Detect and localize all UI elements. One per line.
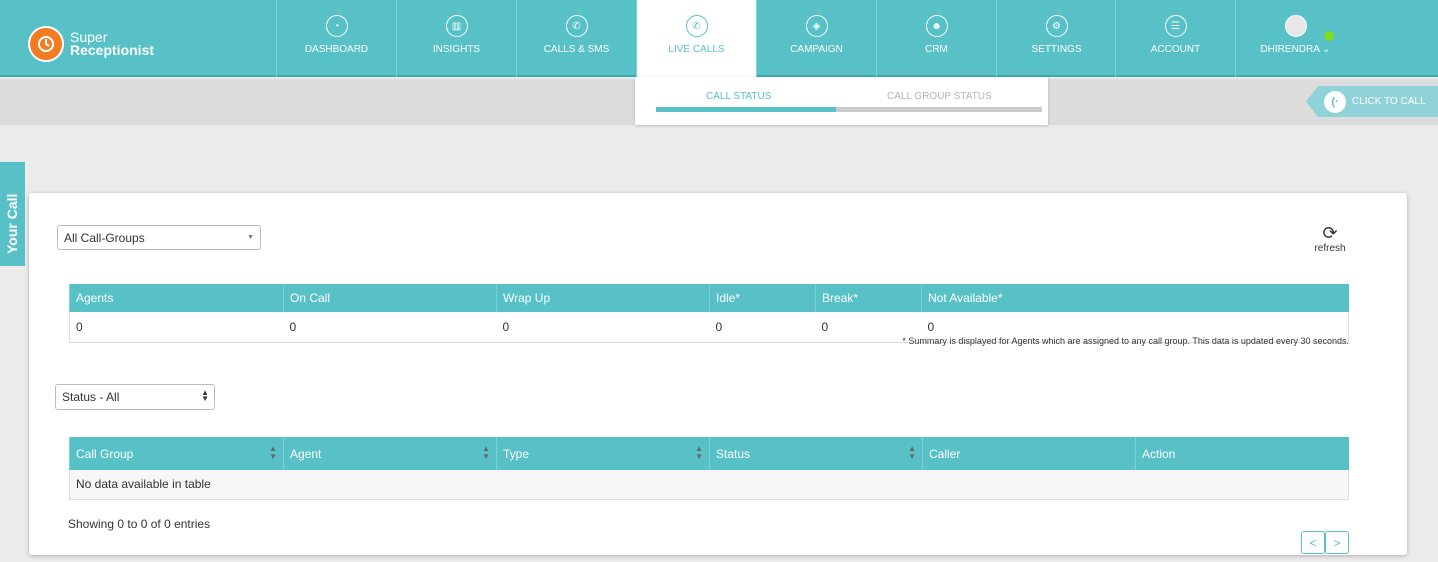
user-name: DHIRENDRA [1260, 44, 1320, 55]
previous-page-button[interactable]: < [1301, 531, 1325, 554]
next-page-button[interactable]: > [1325, 531, 1349, 554]
nav-insights[interactable]: ▥ INSIGHTS [396, 0, 516, 77]
logo-icon [28, 26, 64, 62]
column-header-status[interactable]: Status ▲ ▼ [709, 437, 923, 470]
phone-icon: (· [1324, 90, 1346, 113]
sort-icon: ▲ ▼ [695, 444, 703, 461]
campaign-icon: ◈ [805, 15, 828, 37]
summary-cell: 0 [69, 312, 284, 343]
nav-crm[interactable]: ☻ CRM [876, 0, 996, 77]
agent-summary-table: Agents On Call Wrap Up Idle* Break* Not … [69, 284, 1349, 343]
nav-label: CAMPAIGN [790, 44, 843, 55]
crm-icon: ☻ [925, 15, 948, 37]
nav-label: DASHBOARD [304, 44, 369, 55]
nav-label: CALLS & SMS [543, 44, 610, 55]
insights-icon: ▥ [445, 15, 468, 37]
status-select-value: Status - All [62, 390, 120, 404]
chevron-down-icon: ⌄ [1322, 44, 1331, 55]
nav-label: INSIGHTS [432, 44, 481, 55]
column-header-type[interactable]: Type ▲ ▼ [496, 437, 710, 470]
call-group-select-value: All Call-Groups [64, 230, 145, 245]
sort-icon: ▲ ▼ [269, 444, 277, 461]
your-call-side-tab[interactable]: Your Call [0, 162, 25, 266]
brand-logo[interactable]: Super Receptionist [28, 26, 154, 62]
status-select[interactable]: Status - All ▲ ▼ [55, 384, 215, 410]
summary-header: Idle* [709, 284, 816, 312]
tab-call-group-status[interactable]: CALL GROUP STATUS [887, 91, 992, 102]
click-to-call-button[interactable]: (· CLICK TO CALL [1306, 86, 1438, 117]
summary-note: * Summary is displayed for Agents which … [902, 336, 1349, 346]
nav-dashboard[interactable]: ◔ DASHBOARD [276, 0, 396, 77]
online-status-dot [1324, 31, 1334, 41]
summary-header: On Call [283, 284, 497, 312]
account-icon: ☰ [1164, 15, 1187, 37]
brand-line2: Receptionist [70, 42, 155, 58]
summary-cell: 0 [496, 312, 710, 343]
summary-header: Not Available* [921, 284, 1349, 312]
live-calls-card: All Call-Groups ▼ ⟳ refresh Agents On Ca… [29, 193, 1407, 555]
side-tab-label: Your Call [4, 193, 20, 254]
top-navbar: Super Receptionist ◔ DASHBOARD ▥ INSIGHT… [0, 0, 1438, 78]
user-menu[interactable]: DHIRENDRA ⌄ [1235, 0, 1355, 77]
refresh-icon: ⟳ [1322, 223, 1338, 243]
summary-cell: 0 [709, 312, 816, 343]
nav-campaign[interactable]: ◈ CAMPAIGN [756, 0, 876, 77]
column-header-caller: Caller [922, 437, 1136, 470]
nav-settings[interactable]: ⚙ SETTINGS [996, 0, 1116, 77]
summary-cell: 0 [283, 312, 497, 343]
nav-label: LIVE CALLS [668, 44, 725, 55]
sort-icon: ▲ ▼ [482, 444, 490, 461]
calls-icon: ✆ [565, 15, 588, 37]
live-calls-subtabs: CALL STATUS CALL GROUP STATUS [635, 77, 1048, 125]
nav-label: CRM [925, 44, 948, 55]
caret-down-icon: ▼ [247, 234, 254, 241]
summary-header: Agents [69, 284, 284, 312]
empty-table-message: No data available in table [69, 470, 1349, 500]
avatar [1284, 15, 1307, 37]
subtab-indicator [656, 107, 1042, 112]
nav-label: ACCOUNT [1150, 44, 1201, 55]
refresh-button[interactable]: ⟳ refresh [1310, 223, 1350, 254]
refresh-label: refresh [1314, 243, 1346, 254]
sort-icon: ▲ ▼ [908, 444, 916, 461]
click-to-call-label: CLICK TO CALL [1352, 96, 1426, 107]
nav-account[interactable]: ☰ ACCOUNT [1115, 0, 1235, 77]
updown-caret-icon: ▲ ▼ [201, 388, 209, 403]
call-group-select[interactable]: All Call-Groups ▼ [57, 225, 261, 250]
table-info: Showing 0 to 0 of 0 entries [68, 517, 211, 531]
live-calls-table: Call Group ▲ ▼ Agent ▲ ▼ Type ▲ ▼ Status ▲ ▼ Cal… [69, 437, 1349, 500]
column-header-action: Action [1135, 437, 1349, 470]
column-header-call-group[interactable]: Call Group ▲ ▼ [69, 437, 284, 470]
live-calls-icon: ✆ [685, 15, 708, 37]
summary-header: Break* [815, 284, 922, 312]
dashboard-icon: ◔ [325, 15, 348, 37]
nav-label: SETTINGS [1031, 44, 1082, 55]
column-header-agent[interactable]: Agent ▲ ▼ [283, 437, 497, 470]
settings-icon: ⚙ [1045, 15, 1068, 37]
tab-call-status[interactable]: CALL STATUS [706, 91, 771, 102]
summary-header: Wrap Up [496, 284, 710, 312]
nav-live-calls[interactable]: ✆ LIVE CALLS [636, 0, 756, 78]
nav-calls-sms[interactable]: ✆ CALLS & SMS [516, 0, 636, 77]
